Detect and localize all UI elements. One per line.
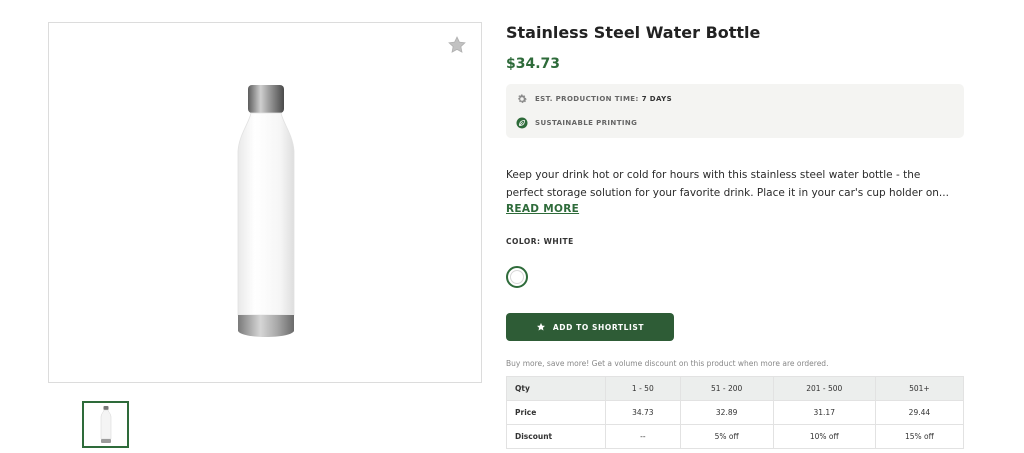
product-title: Stainless Steel Water Bottle — [506, 23, 761, 42]
sustainable-badge: SUSTAINABLE PRINTING — [516, 117, 637, 129]
sustainable-label: SUSTAINABLE PRINTING — [535, 119, 638, 127]
color-label: COLOR: WHITE — [506, 237, 574, 246]
leaf-icon — [516, 117, 528, 129]
table-cell: 34.73 — [605, 400, 681, 425]
add-to-shortlist-button[interactable]: ADD TO SHORTLIST — [506, 313, 674, 341]
star-icon — [536, 323, 545, 331]
production-time-label: EST. PRODUCTION TIME: — [535, 95, 639, 103]
table-cell: 5% off — [679, 424, 774, 449]
table-header: Qty — [506, 376, 606, 401]
product-badges: EST. PRODUCTION TIME: 7 DAYS SUSTAINABLE… — [506, 84, 964, 138]
table-header: 1 - 50 — [605, 376, 681, 401]
table-header: 201 - 500 — [772, 376, 876, 401]
table-header-row: Qty 1 - 50 51 - 200 201 - 500 501+ — [506, 376, 965, 401]
product-description: Keep your drink hot or cold for hours wi… — [506, 166, 964, 202]
table-cell: 31.17 — [772, 400, 876, 425]
production-time-value: 7 DAYS — [641, 95, 673, 103]
table-cell: -- — [605, 424, 681, 449]
gear-icon — [518, 94, 527, 103]
table-header: 501+ — [874, 376, 965, 401]
shortlist-label: ADD TO SHORTLIST — [552, 322, 645, 332]
volume-discount-note: Buy more, save more! Get a volume discou… — [506, 359, 829, 368]
product-price: $34.73 — [506, 56, 561, 72]
table-cell: Discount — [506, 424, 606, 449]
read-more-link[interactable]: READ MORE — [506, 203, 579, 215]
color-swatch-white[interactable] — [506, 266, 528, 288]
table-row: Discount -- 5% off 10% off 15% off — [506, 424, 965, 449]
description-line: perfect storage solution for your favori… — [506, 187, 949, 199]
product-thumbnail[interactable] — [82, 401, 129, 448]
star-icon[interactable] — [447, 35, 467, 55]
table-cell: 29.44 — [874, 400, 965, 425]
product-image-frame — [48, 22, 482, 383]
product-image — [237, 85, 295, 337]
production-time-badge: EST. PRODUCTION TIME: 7 DAYS — [516, 93, 672, 105]
bottle-thumbnail-image — [100, 406, 112, 443]
table-cell: 15% off — [874, 424, 965, 449]
table-header: 51 - 200 — [679, 376, 774, 401]
table-cell: Price — [506, 400, 606, 425]
volume-discount-table: Qty 1 - 50 51 - 200 201 - 500 501+ Price… — [506, 376, 965, 449]
table-cell: 32.89 — [679, 400, 774, 425]
table-row: Price 34.73 32.89 31.17 29.44 — [506, 400, 965, 425]
description-line: Keep your drink hot or cold for hours wi… — [506, 169, 921, 181]
table-cell: 10% off — [772, 424, 876, 449]
